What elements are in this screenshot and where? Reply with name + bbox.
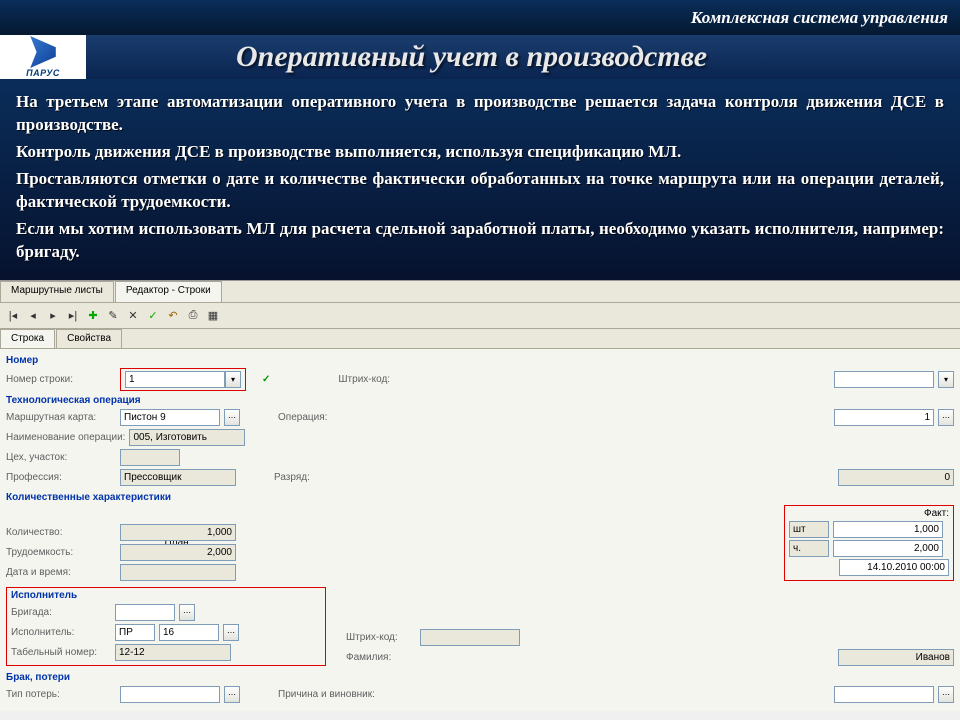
input-op-name xyxy=(129,429,245,446)
delete-icon[interactable]: ✕ xyxy=(126,308,140,322)
input-qty-plan xyxy=(120,524,236,541)
inner-tabs: Строка Свойства xyxy=(0,329,960,349)
label-barcode2: Штрих-код: xyxy=(346,632,416,643)
barcode-lookup-icon[interactable]: ▾ xyxy=(938,371,954,388)
label-datetime: Дата и время: xyxy=(6,567,116,578)
application-window: Маршрутные листы Редактор - Строки |◂ ◂ … xyxy=(0,280,960,711)
input-rank xyxy=(838,469,954,486)
label-op-name: Наименование операции: xyxy=(6,432,125,443)
input-barcode[interactable] xyxy=(834,371,934,388)
label-route-card: Маршрутная карта: xyxy=(6,412,116,423)
input-surname xyxy=(838,649,954,666)
add-icon[interactable]: ✚ xyxy=(86,308,100,322)
toolbar: |◂ ◂ ▸ ▸| ✚ ✎ ✕ ✓ ↶ ⎙ ▦ xyxy=(0,303,960,329)
prev-icon[interactable]: ◂ xyxy=(26,308,40,322)
page-title: Оперативный учет в производстве xyxy=(236,40,707,74)
first-icon[interactable]: |◂ xyxy=(6,308,20,322)
tab-properties[interactable]: Свойства xyxy=(56,329,122,348)
input-profession xyxy=(120,469,236,486)
tab-editor-rows[interactable]: Редактор - Строки xyxy=(115,281,222,302)
last-icon[interactable]: ▸| xyxy=(66,308,80,322)
para-1: На третьем этапе автоматизации оперативн… xyxy=(16,91,944,137)
para-2: Контроль движения ДСЕ в производстве вып… xyxy=(16,141,944,164)
label-tabno: Табельный номер: xyxy=(11,647,111,658)
input-perf-code[interactable] xyxy=(115,624,155,641)
check-icon: ✓ xyxy=(262,374,270,385)
print-icon[interactable]: ⎙ xyxy=(186,308,200,322)
performer-lookup-icon[interactable]: ⋯ xyxy=(223,624,239,641)
input-perf-num[interactable] xyxy=(159,624,219,641)
loss-lookup-icon[interactable]: ⋯ xyxy=(224,686,240,703)
label-profession: Профессия: xyxy=(6,472,116,483)
unit-qty xyxy=(789,521,829,538)
label-operation: Операция: xyxy=(278,412,348,423)
suite-title: Комплексная система управления xyxy=(691,8,948,28)
label-barcode: Штрих-код: xyxy=(338,374,408,385)
input-operation[interactable] xyxy=(834,409,934,426)
input-tabno xyxy=(115,644,231,661)
input-datetime-fact[interactable] xyxy=(839,559,949,576)
op-lookup-icon[interactable]: ⋯ xyxy=(938,409,954,426)
brand-logo: ПАРУС xyxy=(0,35,86,79)
label-brigade: Бригада: xyxy=(11,607,111,618)
para-3: Проставляются отметки о дате и количеств… xyxy=(16,168,944,214)
input-cause[interactable] xyxy=(834,686,934,703)
route-lookup-icon[interactable]: ⋯ xyxy=(224,409,240,426)
input-perf-barcode xyxy=(420,629,520,646)
brigade-lookup-icon[interactable]: ⋯ xyxy=(179,604,195,621)
section-number: Номер xyxy=(6,351,954,368)
input-shop xyxy=(120,449,180,466)
edit-icon[interactable]: ✎ xyxy=(106,308,120,322)
input-datetime-plan xyxy=(120,564,236,581)
input-brigade[interactable] xyxy=(115,604,175,621)
confirm-icon[interactable]: ✓ xyxy=(146,308,160,322)
input-labor-plan xyxy=(120,544,236,561)
label-line-no: Номер строки: xyxy=(6,374,116,385)
description-block: На третьем этапе автоматизации оперативн… xyxy=(0,79,960,280)
label-shop: Цех, участок: xyxy=(6,452,116,463)
label-performer: Исполнитель: xyxy=(11,627,111,638)
tab-row[interactable]: Строка xyxy=(0,329,55,348)
undo-icon[interactable]: ↶ xyxy=(166,308,180,322)
para-4: Если мы хотим использовать МЛ для расчет… xyxy=(16,218,944,264)
col-fact: Факт: xyxy=(789,508,949,519)
next-icon[interactable]: ▸ xyxy=(46,308,60,322)
tab-route-sheets[interactable]: Маршрутные листы xyxy=(0,281,114,302)
section-qty: Количественные характеристики xyxy=(6,488,954,505)
label-surname: Фамилия: xyxy=(346,652,416,663)
dropdown-icon[interactable]: ▾ xyxy=(225,371,241,388)
main-tabs: Маршрутные листы Редактор - Строки xyxy=(0,281,960,303)
label-rank: Разряд: xyxy=(274,472,324,483)
label-loss-type: Тип потерь: xyxy=(6,689,116,700)
grid-icon[interactable]: ▦ xyxy=(206,308,220,322)
cause-lookup-icon[interactable]: ⋯ xyxy=(938,686,954,703)
input-loss-type[interactable] xyxy=(120,686,220,703)
section-performer: Исполнитель xyxy=(11,590,321,603)
input-route-card[interactable] xyxy=(120,409,220,426)
section-techop: Технологическая операция xyxy=(6,391,954,408)
input-line-no[interactable] xyxy=(125,371,225,388)
brand-text: ПАРУС xyxy=(26,68,60,78)
label-quantity: Количество: xyxy=(6,527,116,538)
section-defect: Брак, потери xyxy=(6,668,954,685)
label-cause: Причина и виновник: xyxy=(278,689,408,700)
input-qty-fact[interactable] xyxy=(833,521,943,538)
label-labor: Трудоемкость: xyxy=(6,547,116,558)
unit-labor xyxy=(789,540,829,557)
sail-icon xyxy=(27,36,59,68)
input-labor-fact[interactable] xyxy=(833,540,943,557)
